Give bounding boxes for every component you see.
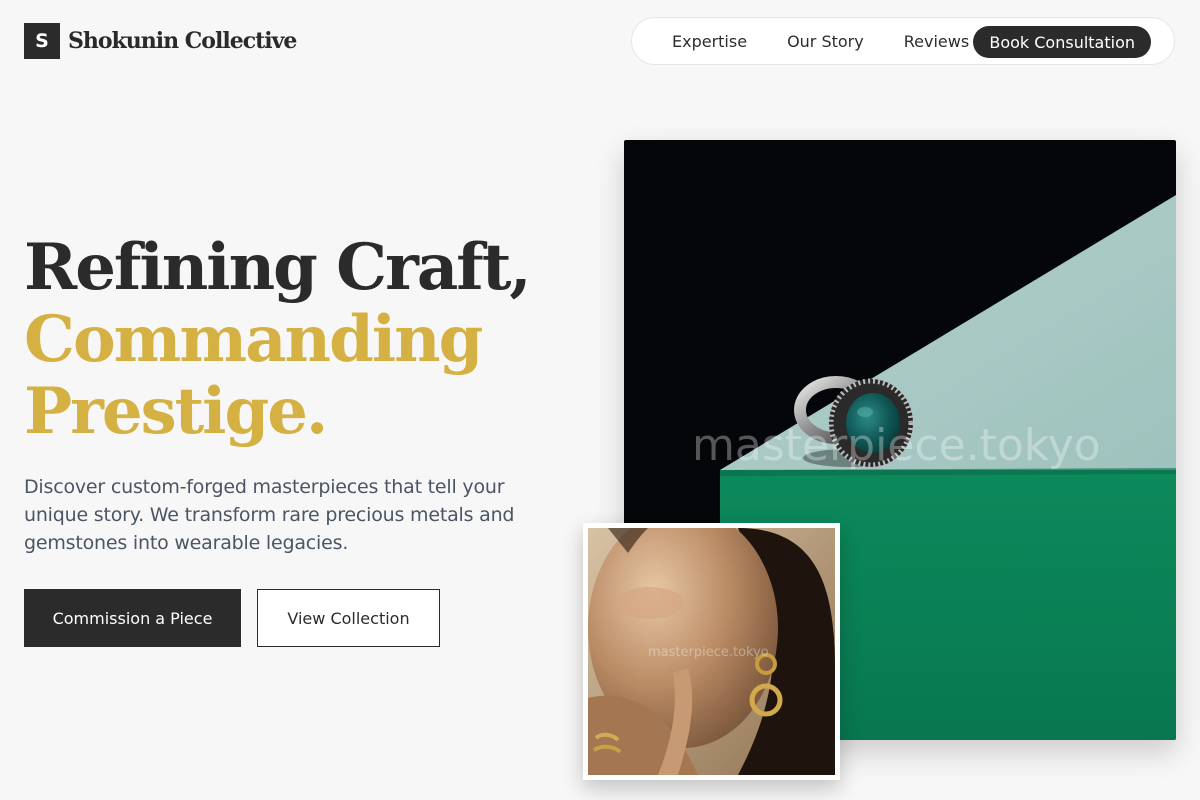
book-consultation-button[interactable]: Book Consultation <box>973 26 1151 58</box>
view-collection-button[interactable]: View Collection <box>257 589 440 647</box>
headline-accent-2: Prestige. <box>24 374 328 449</box>
nav-link-reviews[interactable]: Reviews <box>904 32 969 51</box>
hero-headline: Refining Craft, Commanding Prestige. <box>24 230 532 449</box>
headline-accent-1: Commanding <box>24 302 483 377</box>
brand-mark: S <box>24 23 60 59</box>
portrait-watermark: masterpiece.tokyo <box>648 645 769 660</box>
nav-link-our-story[interactable]: Our Story <box>787 32 864 51</box>
image-watermark: masterpiece.tokyo <box>692 420 1101 471</box>
headline-line-1: Refining Craft, <box>24 230 532 305</box>
nav-link-expertise[interactable]: Expertise <box>672 32 747 51</box>
brand-name: Shokunin Collective <box>68 28 297 54</box>
commission-piece-button[interactable]: Commission a Piece <box>24 589 241 647</box>
main-nav: Expertise Our Story Reviews Book Consult… <box>631 17 1175 65</box>
hero-description: Discover custom-forged masterpieces that… <box>24 476 515 554</box>
brand-logo[interactable]: S Shokunin Collective <box>24 23 297 59</box>
